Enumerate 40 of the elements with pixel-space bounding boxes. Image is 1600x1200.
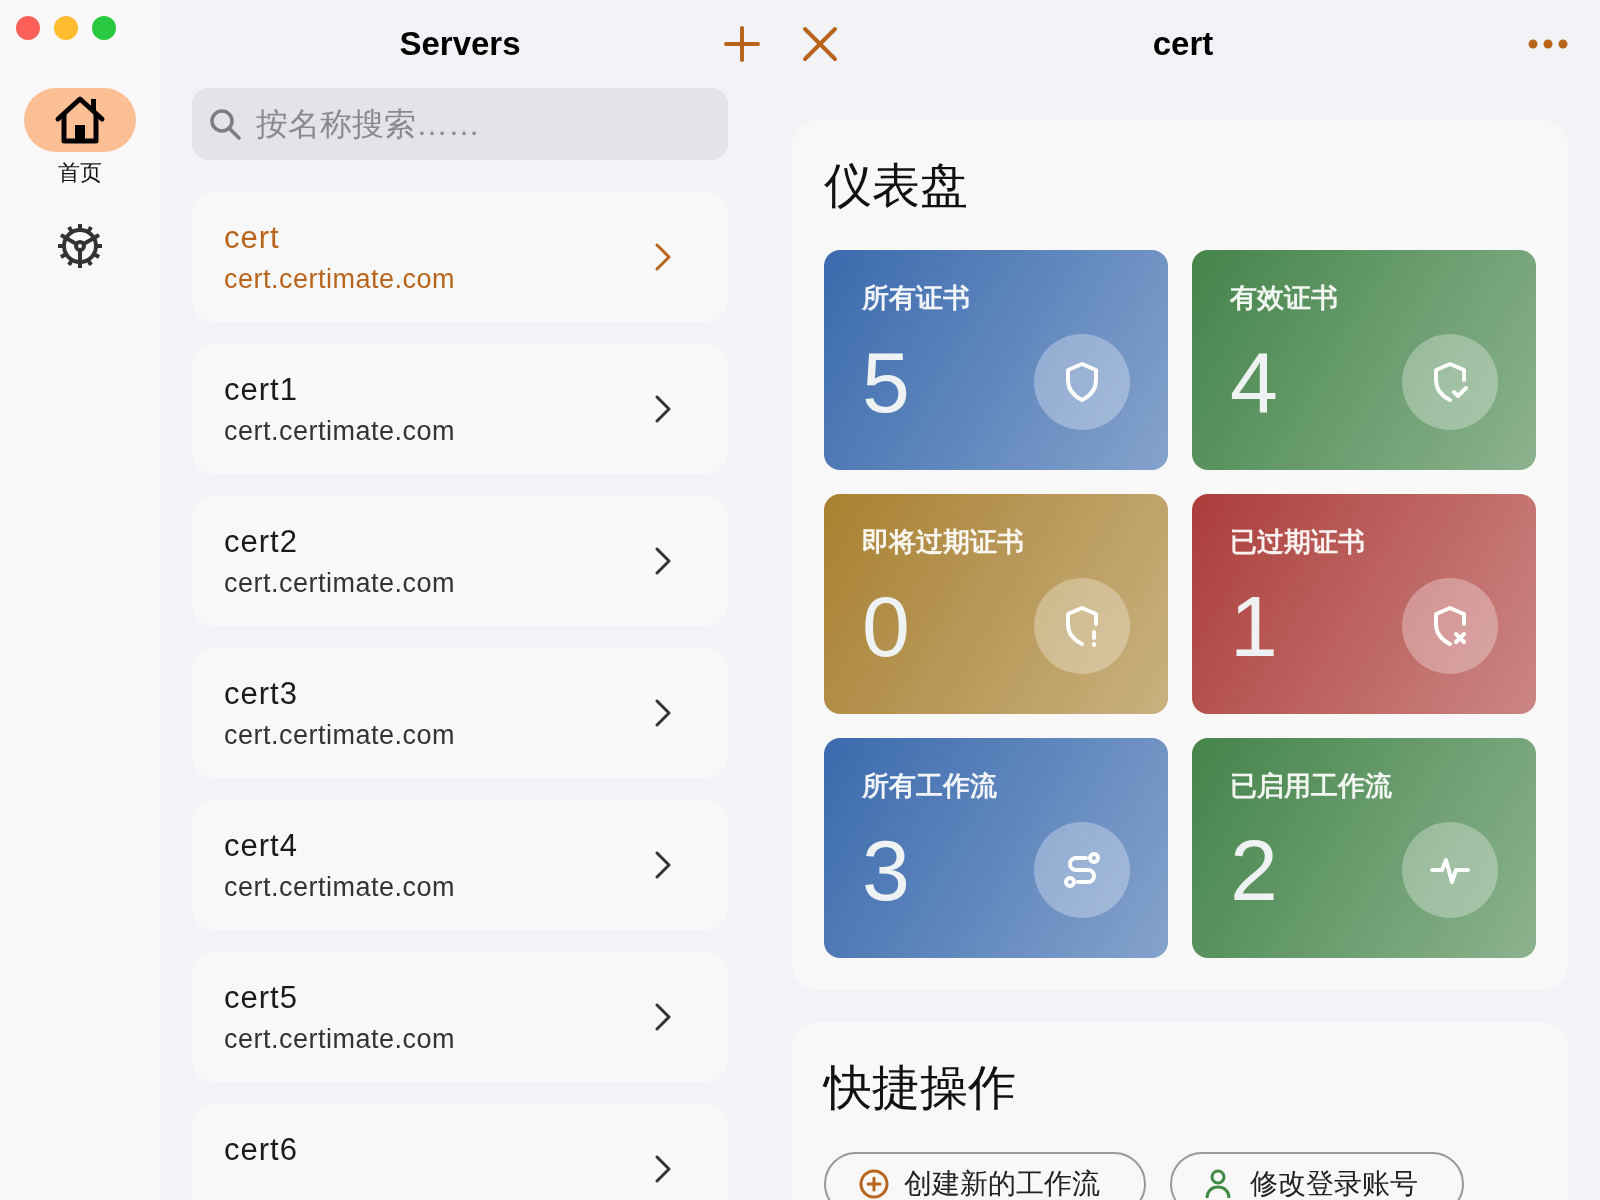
server-item[interactable]: cert6: [192, 1104, 728, 1200]
stat-value: 4: [1230, 339, 1278, 425]
stat-label: 所有工作流: [862, 770, 998, 803]
server-item[interactable]: cert3 cert.certimate.com: [192, 648, 728, 778]
server-host: cert.certimate.com: [224, 872, 457, 903]
server-host: cert.certimate.com: [224, 416, 457, 447]
server-name: cert: [224, 220, 281, 256]
stat-label: 所有证书: [862, 282, 971, 315]
server-name: cert1: [224, 372, 299, 408]
search-field[interactable]: 按名称搜索……: [192, 88, 728, 160]
dashboard-title: 仪表盘: [824, 158, 969, 214]
server-name: cert2: [224, 524, 299, 560]
server-item[interactable]: cert5 cert.certimate.com: [192, 952, 728, 1082]
stat-value: 5: [862, 339, 910, 425]
server-name: cert3: [224, 676, 299, 712]
server-host: cert.certimate.com: [224, 264, 457, 295]
stat-label: 有效证书: [1230, 282, 1339, 315]
stat-value: 2: [1230, 827, 1278, 913]
servers-title: Servers: [398, 25, 522, 63]
nav-label: 首页: [58, 159, 102, 187]
server-name: cert6: [224, 1132, 299, 1168]
server-item[interactable]: cert1 cert.certimate.com: [192, 344, 728, 474]
stat-value: 3: [862, 827, 910, 913]
server-name: cert5: [224, 980, 299, 1016]
server-host: cert.certimate.com: [224, 720, 457, 751]
server-name: cert4: [224, 828, 299, 864]
stat-label: 已启用工作流: [1230, 770, 1393, 803]
quick-actions-title: 快捷操作: [824, 1060, 1017, 1116]
stat-label: 已过期证书: [1230, 526, 1366, 559]
server-item[interactable]: cert cert.certimate.com: [192, 192, 728, 322]
server-host: cert.certimate.com: [224, 1024, 457, 1055]
stat-value: 1: [1230, 583, 1278, 669]
detail-title: cert: [1151, 25, 1215, 63]
server-item[interactable]: cert2 cert.certimate.com: [192, 496, 728, 626]
stat-value: 0: [862, 583, 910, 669]
server-host: cert.certimate.com: [224, 568, 457, 599]
server-item[interactable]: cert4 cert.certimate.com: [192, 800, 728, 930]
quick-action-button[interactable]: 创建新的工作流: [824, 1152, 1146, 1200]
stat-label: 即将过期证书: [862, 526, 1025, 559]
quick-action-button[interactable]: 修改登录账号: [1170, 1152, 1464, 1200]
